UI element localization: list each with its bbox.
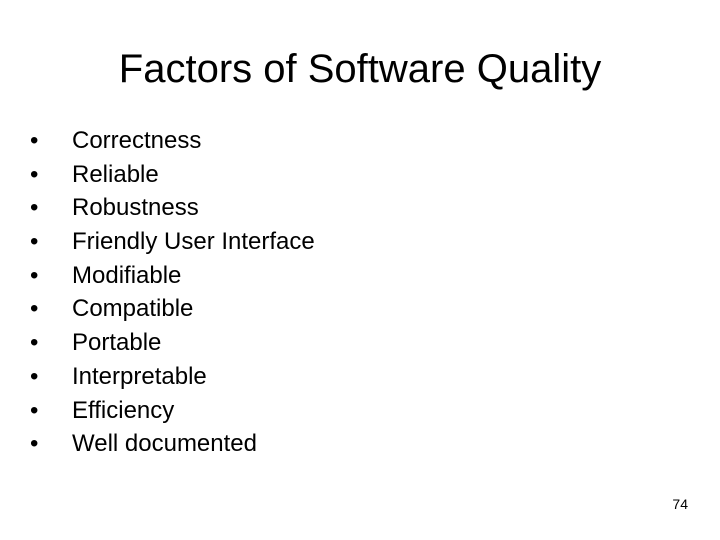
list-item-text: Well documented (72, 430, 257, 458)
list-item-text: Robustness (72, 194, 199, 222)
bullet-icon: • (30, 329, 39, 357)
bullet-icon: • (30, 160, 39, 188)
bullet-icon: • (30, 295, 39, 323)
page-number: 74 (672, 496, 688, 512)
list-item-text: Interpretable (72, 362, 207, 390)
list-item-text: Compatible (72, 295, 194, 323)
list-item-text: Portable (72, 329, 162, 357)
slide: Factors of Software Quality • Correctnes… (0, 0, 720, 540)
list-item-text: Correctness (72, 127, 202, 154)
bullet-icon: • (30, 228, 39, 256)
list-item-text: Friendly User Interface (72, 228, 315, 256)
bullet-icon: • (30, 396, 39, 424)
bullet-icon: • (30, 362, 39, 390)
bullet-icon: • (30, 430, 39, 458)
list-item-text: Efficiency (72, 396, 175, 424)
list-item-text: Modifiable (72, 261, 182, 289)
bullet-icon: • (30, 194, 39, 222)
list-item-text: Reliable (72, 160, 159, 188)
bullet-icon: • (30, 127, 39, 154)
bullet-icon: • (30, 261, 39, 289)
slide-title: Factors of Software Quality (118, 47, 602, 91)
